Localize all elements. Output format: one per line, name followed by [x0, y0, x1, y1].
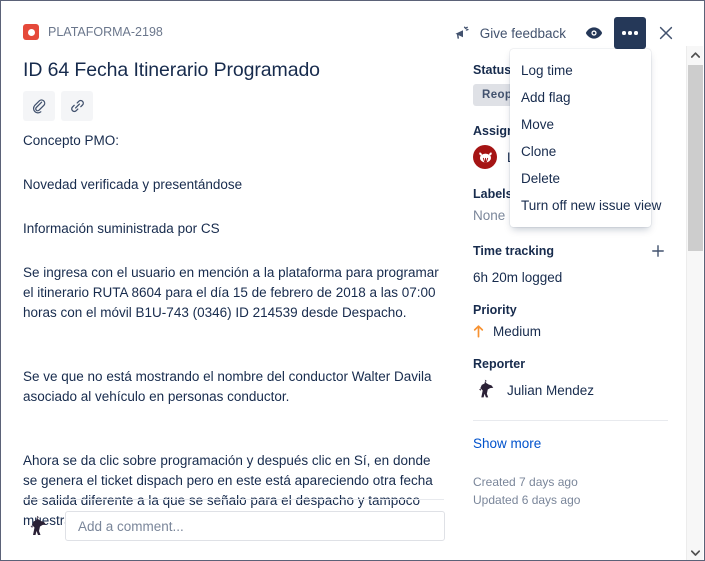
updated-timestamp: Updated 6 days ago [473, 493, 581, 507]
link-icon [69, 98, 86, 114]
attach-button[interactable] [23, 91, 55, 121]
priority-field: Priority Medium [473, 303, 668, 339]
avatar [473, 378, 497, 402]
breadcrumb-label: PLATAFORMA-2198 [48, 25, 163, 39]
scrollbar-thumb[interactable] [688, 65, 703, 251]
chevron-up-icon [691, 51, 700, 58]
close-icon [658, 25, 674, 41]
divider [473, 420, 668, 421]
description-paragraph: Información suministrada por CS [23, 221, 220, 236]
divider [23, 499, 444, 500]
plus-icon [652, 245, 664, 257]
created-timestamp: Created 7 days ago [473, 475, 578, 489]
more-actions-menu: Log time Add flag Move Clone Delete Turn… [510, 49, 661, 227]
menu-item-add-flag[interactable]: Add flag [510, 84, 651, 111]
description-paragraph: Concepto PMO: [23, 133, 120, 148]
reporter-field: Reporter Julian Mendez [473, 357, 668, 402]
menu-item-move[interactable]: Move [510, 111, 651, 138]
description-paragraph: Se ingresa con el usuario en mención a l… [23, 265, 439, 320]
eye-icon [585, 26, 603, 40]
close-button[interactable] [650, 17, 682, 49]
ellipsis-icon [622, 31, 638, 35]
page-title[interactable]: ID 64 Fecha Itinerario Programado [23, 59, 443, 82]
menu-item-clone[interactable]: Clone [510, 138, 651, 165]
give-feedback-button[interactable]: Give feedback [446, 22, 574, 45]
link-button[interactable] [61, 91, 93, 121]
description-paragraph: Se ve que no está mostrando el nombre de… [23, 369, 432, 404]
breadcrumb[interactable]: PLATAFORMA-2198 [23, 23, 163, 41]
scroll-down-button[interactable] [687, 544, 704, 560]
paperclip-icon [31, 98, 47, 114]
watch-button[interactable] [578, 17, 610, 49]
bull-avatar-icon [473, 145, 497, 169]
description-body[interactable]: Concepto PMO: Novedad verificada y prese… [23, 131, 447, 555]
description-paragraph: Novedad verificada y presentándose [23, 177, 243, 192]
issue-detail-window: PLATAFORMA-2198 #breadcrumb-text{} /* ke… [0, 0, 705, 561]
comment-input[interactable] [65, 511, 445, 541]
scrollbar[interactable] [686, 46, 704, 560]
menu-item-turn-off-new-issue-view[interactable]: Turn off new issue view [510, 192, 661, 219]
add-comment-row [23, 511, 445, 541]
chevron-down-icon [691, 549, 700, 556]
arrow-up-icon [473, 325, 484, 338]
menu-item-delete[interactable]: Delete [510, 165, 651, 192]
reporter-label: Reporter [473, 357, 526, 371]
menu-item-log-time[interactable]: Log time [510, 57, 651, 84]
priority-name: Medium [493, 324, 542, 339]
more-actions-button[interactable] [614, 17, 646, 49]
give-feedback-label: Give feedback [479, 25, 566, 41]
scroll-up-button[interactable] [687, 46, 704, 63]
add-time-button[interactable] [648, 241, 668, 261]
bug-icon [23, 24, 39, 40]
title-action-buttons [23, 91, 93, 121]
time-tracking-field: Time tracking 6h 20m logged [473, 241, 668, 285]
time-logged-value: 6h 20m logged [473, 270, 563, 285]
priority-value[interactable]: Medium [473, 324, 668, 339]
megaphone-icon [454, 26, 471, 41]
priority-label: Priority [473, 303, 517, 317]
time-tracking-label: Time tracking [473, 244, 555, 258]
reporter-name: Julian Mendez [507, 382, 595, 398]
show-more-link[interactable]: Show more [473, 436, 541, 451]
avatar [23, 512, 51, 540]
issue-meta: Created 7 days ago Updated 6 days ago [473, 475, 668, 507]
reporter-value[interactable]: Julian Mendez [473, 378, 668, 402]
header-actions: Give feedback [446, 17, 682, 49]
